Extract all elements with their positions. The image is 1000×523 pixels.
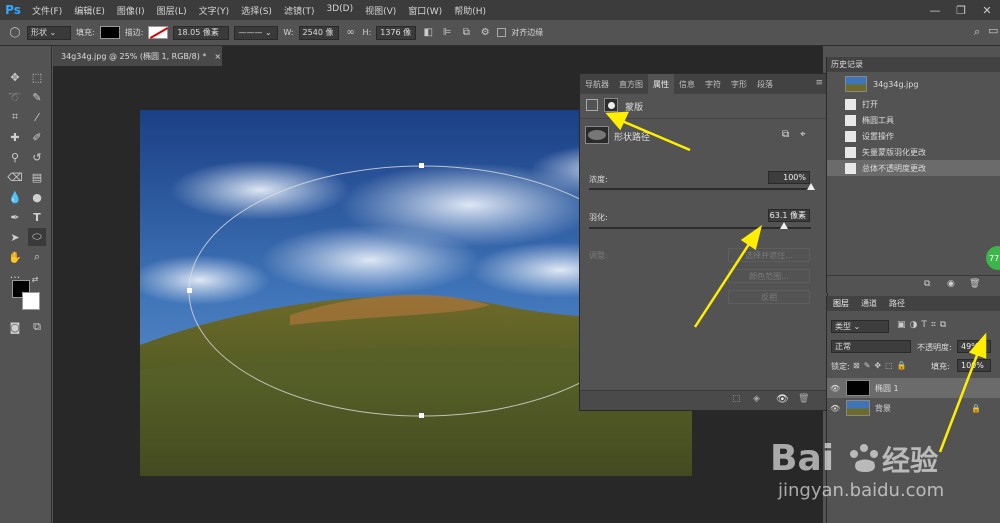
watermark-graphic: Bai 经验 jingyan.baidu.com <box>770 438 944 501</box>
arrow-to-mask <box>621 119 691 152</box>
watermark-logo: Bai 经验 jingyan.baidu.com <box>770 432 950 502</box>
svg-text:经验: 经验 <box>882 444 938 477</box>
arrow-to-opacity-head <box>968 332 987 359</box>
arrow-to-feather-head <box>740 225 763 251</box>
svg-text:Bai: Bai <box>770 438 834 479</box>
arrow-to-feather <box>693 240 753 328</box>
arrow-to-mask-head <box>605 111 630 131</box>
svg-text:jingyan.baidu.com: jingyan.baidu.com <box>777 480 944 501</box>
